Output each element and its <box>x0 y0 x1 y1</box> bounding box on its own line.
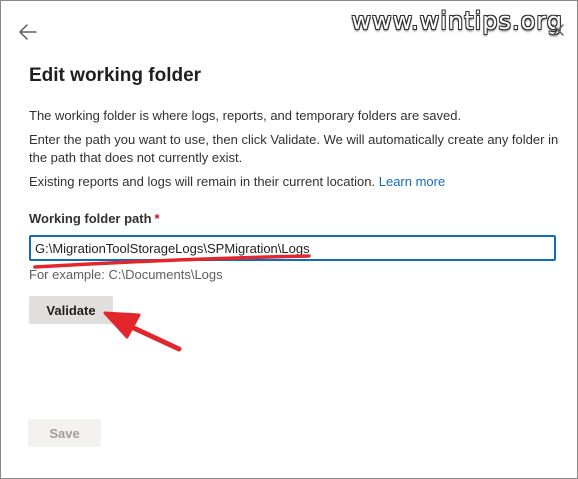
save-button[interactable]: Save <box>28 419 101 447</box>
description-text-3-body: Existing reports and logs will remain in… <box>29 174 376 189</box>
description-text-2: Enter the path you want to use, then cli… <box>29 132 559 165</box>
description-text-1: The working folder is where logs, report… <box>29 108 462 123</box>
annotation-arrow-icon <box>103 311 182 352</box>
close-icon[interactable] <box>551 23 565 37</box>
working-folder-path-input[interactable] <box>29 235 556 261</box>
path-field-label: Working folder path * <box>29 211 160 226</box>
path-label-text: Working folder path <box>29 211 152 226</box>
learn-more-link[interactable]: Learn more <box>379 174 445 189</box>
required-marker: * <box>154 211 160 226</box>
arrow-left-icon[interactable] <box>17 21 39 43</box>
description-text-3: Existing reports and logs will remain in… <box>29 173 559 191</box>
path-example-text: For example: C:\Documents\Logs <box>29 267 223 282</box>
watermark: www.wintips.org <box>351 7 563 35</box>
page-title: Edit working folder <box>29 65 202 86</box>
validate-button[interactable]: Validate <box>29 296 113 324</box>
dialog-frame: www.wintips.org Edit working folder The … <box>0 0 578 479</box>
